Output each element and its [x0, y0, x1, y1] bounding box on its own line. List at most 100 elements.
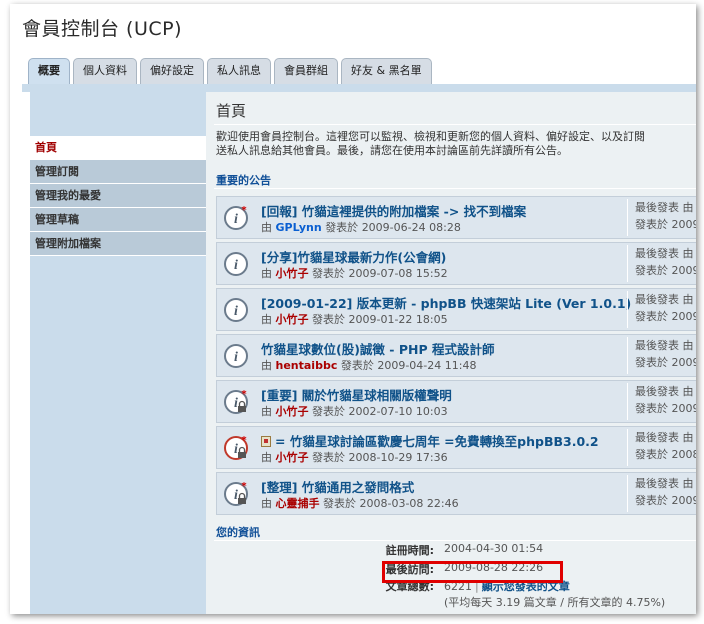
announcement-meta: 由 小竹子 發表於 2002-07-10 10:03	[261, 403, 448, 419]
tab-overview[interactable]: 概要	[28, 58, 70, 86]
announcement-title-link[interactable]: [重要] 關於竹貓星球相關版權聲明	[261, 388, 452, 403]
svg-text:*: *	[241, 389, 247, 400]
announcement-title-row: 竹貓星球數位(股)誠徵 - PHP 程式設計師	[261, 339, 494, 358]
announcement-title-row: [分享]竹貓星球最新力作(公會網)	[261, 247, 446, 266]
sidebar-item-home[interactable]: 首頁	[30, 136, 206, 160]
announcement-row: i [2009-01-22] 版本更新 - phpBB 快速架站 Lite (Ve…	[216, 288, 696, 331]
divider	[214, 188, 696, 189]
announcement-meta: 由 GPLynn 發表於 2009-06-24 08:28	[261, 219, 461, 235]
your-info-heading: 您的資訊	[216, 526, 260, 539]
author-link[interactable]: 小竹子	[276, 451, 309, 464]
posted-label: 發表於	[312, 313, 345, 326]
sidebar: 首頁 管理訂閱 管理我的最愛 管理草稿 管理附加檔案	[30, 92, 206, 614]
svg-text:i: i	[234, 350, 238, 365]
last-post-info: 最後發表 由發表於 2009	[627, 337, 696, 374]
by-label: 由	[261, 313, 272, 326]
posted-label: 發表於	[323, 497, 356, 510]
posted-date: 2009-07-08 15:52	[348, 267, 448, 280]
announcement-list: i * [回報] 竹貓這裡提供的附加檔案 -> 找不到檔案由 GPLynn 發表於 …	[216, 196, 696, 518]
svg-text:i: i	[234, 396, 238, 411]
tab-profile[interactable]: 個人資料	[73, 58, 137, 84]
announcement-row: i * [整理] 竹貓通用之發問格式由 心靈捕手 發表於 2008-03-08 22…	[216, 472, 696, 515]
announcement-title-link[interactable]: [整理] 竹貓通用之發問格式	[261, 480, 414, 495]
highlight-box	[382, 561, 563, 583]
last-post-date: 發表於 2009	[635, 310, 696, 323]
svg-text:*: *	[241, 205, 247, 216]
posted-date: 2009-06-24 08:28	[361, 221, 461, 234]
posted-date: 2002-07-10 10:03	[348, 405, 448, 418]
tab-strip	[22, 84, 696, 92]
announcement-title-link[interactable]: = 竹貓星球討論區歡慶七周年 =免費轉換至phpBB3.0.2	[275, 434, 599, 449]
sidebar-item-bookmarks[interactable]: 管理我的最愛	[30, 184, 206, 208]
announcement-title-link[interactable]: [回報] 竹貓這裡提供的附加檔案 -> 找不到檔案	[261, 204, 526, 219]
announcement-title-row: [回報] 竹貓這裡提供的附加檔案 -> 找不到檔案	[261, 201, 526, 220]
announcement-row: i * [重要] 關於竹貓星球相關版權聲明由 小竹子 發表於 2002-07-10 …	[216, 380, 696, 423]
announcement-title-row: [2009-01-22] 版本更新 - phpBB 快速架站 Lite (Ver…	[261, 293, 631, 312]
posted-label: 發表於	[325, 221, 359, 234]
ucp-window: 會員控制台 (UCP) 概要 個人資料 偏好設定 私人訊息 會員群組 好友 & …	[10, 4, 696, 614]
announcement-title-row: = 竹貓星球討論區歡慶七周年 =免費轉換至phpBB3.0.2	[261, 431, 599, 450]
by-label: 由	[261, 405, 272, 418]
announcement-title-link[interactable]: 竹貓星球數位(股)誠徵 - PHP 程式設計師	[261, 342, 494, 357]
svg-text:i: i	[234, 258, 238, 273]
last-post-by: 最後發表 由	[635, 201, 694, 214]
tab-preferences[interactable]: 偏好設定	[140, 58, 204, 84]
last-post-info: 最後發表 由發表於 2009	[627, 245, 696, 282]
announcement-meta: 由 小竹子 發表於 2009-07-08 15:52	[261, 265, 448, 281]
posted-date: 2008-03-08 22:46	[359, 497, 459, 510]
author-link[interactable]: 小竹子	[276, 267, 309, 280]
last-post-date: 發表於 2009	[635, 356, 696, 369]
sidebar-item-drafts[interactable]: 管理草稿	[30, 208, 206, 232]
posted-label: 發表於	[312, 405, 345, 418]
sidebar-item-attachments[interactable]: 管理附加檔案	[30, 232, 206, 256]
last-post-info: 最後發表 由發表於 2009	[627, 475, 696, 512]
last-post-date: 發表於 2009	[635, 402, 696, 415]
last-post-info: 最後發表 由發表於 2008	[627, 429, 696, 466]
announce-icon: i	[223, 343, 249, 369]
posted-label: 發表於	[340, 359, 374, 372]
announcement-title-link[interactable]: [2009-01-22] 版本更新 - phpBB 快速架站 Lite (Ver…	[261, 296, 631, 311]
sidebar-item-subscriptions[interactable]: 管理訂閱	[30, 160, 206, 184]
announcement-title-link[interactable]: [分享]竹貓星球最新力作(公會網)	[261, 250, 446, 265]
announcement-meta: 由 hentaibbc 發表於 2009-04-24 11:48	[261, 357, 476, 373]
last-post-by: 最後發表 由	[635, 477, 694, 490]
page-title: 會員控制台 (UCP)	[22, 18, 182, 40]
divider	[214, 124, 696, 125]
author-link[interactable]: hentaibbc	[276, 359, 338, 372]
author-link[interactable]: 小竹子	[276, 313, 309, 326]
last-post-info: 最後發表 由發表於 2009	[627, 291, 696, 328]
welcome-line-1: 歡迎使用會員控制台。這裡您可以監視、檢視和更新您的個人資料、偏好設定、以及訂閱	[216, 130, 645, 143]
announce-icon: i	[223, 297, 249, 323]
tab-usergroups[interactable]: 會員群組	[274, 58, 338, 84]
welcome-text: 歡迎使用會員控制台。這裡您可以監視、檢視和更新您的個人資料、偏好設定、以及訂閱 …	[216, 130, 696, 158]
last-post-by: 最後發表 由	[635, 339, 694, 352]
announcement-title-row: [重要] 關於竹貓星球相關版權聲明	[261, 385, 452, 404]
author-link[interactable]: GPLynn	[276, 221, 322, 234]
tab-private-messages[interactable]: 私人訊息	[207, 58, 271, 84]
divider	[214, 540, 696, 541]
last-post-date: 發表於 2009	[635, 264, 696, 277]
announcement-meta: 由 小竹子 發表於 2008-10-29 17:36	[261, 449, 448, 465]
announcement-meta: 由 心靈捕手 發表於 2008-03-08 22:46	[261, 495, 459, 511]
last-post-by: 最後發表 由	[635, 431, 694, 444]
announcement-row: i 竹貓星球數位(股)誠徵 - PHP 程式設計師由 hentaibbc 發表於 …	[216, 334, 696, 377]
by-label: 由	[261, 497, 272, 510]
svg-text:*: *	[241, 481, 247, 492]
svg-text:i: i	[234, 304, 238, 319]
tab-friends-foes[interactable]: 好友 & 黑名單	[341, 58, 432, 84]
last-post-by: 最後發表 由	[635, 293, 694, 306]
attachment-icon	[261, 436, 271, 447]
announce-new-icon: i *	[223, 205, 249, 231]
last-post-date: 發表於 2008	[635, 448, 696, 461]
author-link[interactable]: 心靈捕手	[276, 497, 320, 510]
posted-label: 發表於	[312, 451, 345, 464]
main-heading: 首頁	[216, 102, 247, 120]
last-post-by: 最後發表 由	[635, 247, 694, 260]
svg-text:i: i	[234, 488, 238, 503]
author-link[interactable]: 小竹子	[276, 405, 309, 418]
posted-date: 2009-04-24 11:48	[377, 359, 477, 372]
last-post-info: 最後發表 由發表於 2009	[627, 383, 696, 420]
announcement-meta: 由 小竹子 發表於 2009-01-22 18:05	[261, 311, 448, 327]
posted-date: 2008-10-29 17:36	[348, 451, 448, 464]
by-label: 由	[261, 267, 272, 280]
